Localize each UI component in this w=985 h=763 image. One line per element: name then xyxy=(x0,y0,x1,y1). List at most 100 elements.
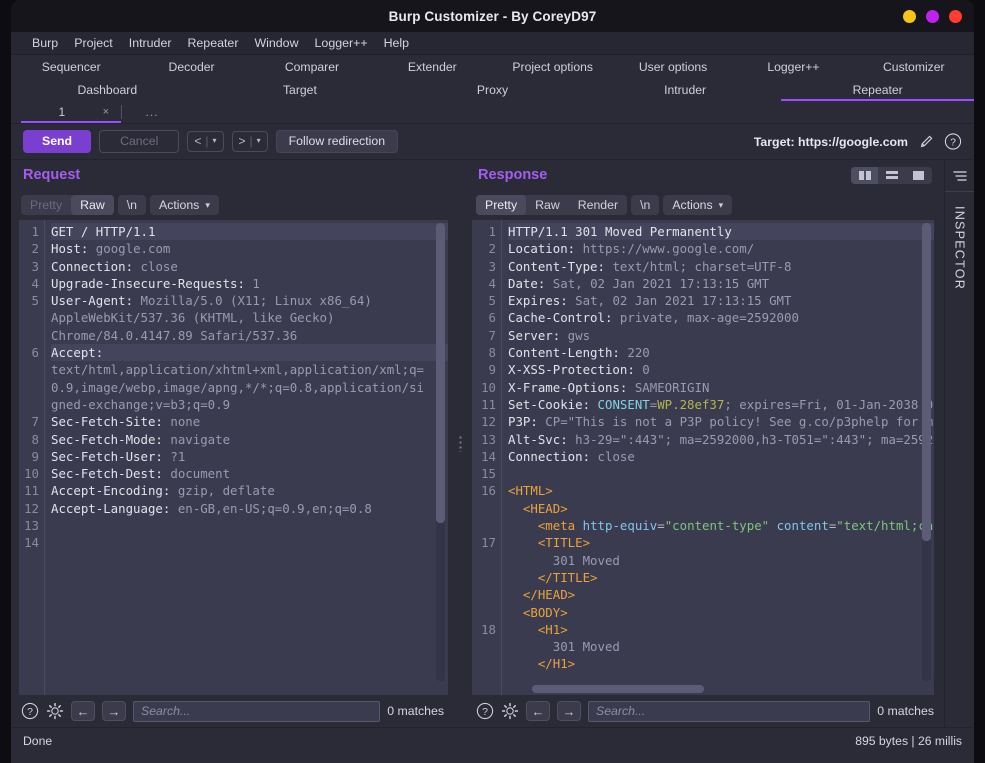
menu-item-burp[interactable]: Burp xyxy=(24,34,66,52)
request-match-count: 0 matches xyxy=(387,704,444,718)
menu-item-repeater[interactable]: Repeater xyxy=(179,34,246,52)
back-arrow-icon: < xyxy=(194,133,202,148)
target-label: Target: https://google.com xyxy=(753,134,908,149)
menu-bar: Burp Project Intruder Repeater Window Lo… xyxy=(11,32,974,55)
tab-repeater[interactable]: Repeater xyxy=(781,78,974,101)
split-vertical-icon[interactable] xyxy=(851,166,878,184)
back-button[interactable]: < | ▾ xyxy=(187,130,224,153)
tab-comparer[interactable]: Comparer xyxy=(252,55,372,78)
request-find-bar: ? ← → 0 matches xyxy=(11,695,454,727)
response-match-count: 0 matches xyxy=(877,704,934,718)
pencil-icon[interactable] xyxy=(917,133,935,151)
find-next-button[interactable]: → xyxy=(102,701,126,721)
gear-icon[interactable] xyxy=(46,702,64,720)
repeater-tab-bar: 1 × ... xyxy=(11,101,974,124)
follow-redirection-button[interactable]: Follow redirection xyxy=(275,129,399,154)
repeater-tab-label: 1 xyxy=(58,105,66,119)
response-tab-raw[interactable]: Raw xyxy=(526,195,569,215)
forward-arrow-icon: > xyxy=(238,133,246,148)
toolbar-right-group: Target: https://google.com ? xyxy=(754,133,962,151)
request-view-toggle: Pretty Raw xyxy=(21,195,114,215)
tab-dashboard[interactable]: Dashboard xyxy=(11,78,204,101)
help-icon[interactable]: ? xyxy=(21,702,39,720)
tab-loggerpp[interactable]: Logger++ xyxy=(733,55,853,78)
cancel-button[interactable]: Cancel xyxy=(99,129,180,154)
response-actions-menu[interactable]: Actions ▾ xyxy=(663,195,733,215)
request-tab-raw[interactable]: Raw xyxy=(71,195,114,215)
request-newline-toggle[interactable]: \n xyxy=(117,195,146,215)
close-icon[interactable]: × xyxy=(103,106,121,118)
tab-project-options[interactable]: Project options xyxy=(493,55,613,78)
menu-item-help[interactable]: Help xyxy=(376,34,417,52)
tab-intruder[interactable]: Intruder xyxy=(589,78,782,101)
window-left-edge xyxy=(0,0,11,763)
repeater-tab-more[interactable]: ... xyxy=(122,101,182,123)
inspector-collapse-button[interactable] xyxy=(945,160,974,192)
request-actions-label: Actions xyxy=(159,198,200,212)
help-icon[interactable]: ? xyxy=(944,133,962,151)
tab-proxy[interactable]: Proxy xyxy=(396,78,589,101)
request-editor[interactable]: 12345 6 7 8 9 10 11 12 13 14 GET / HTTP/1.1 Host… xyxy=(19,220,448,695)
response-newline-toggle[interactable]: \n xyxy=(631,195,660,215)
forward-button[interactable]: > | ▾ xyxy=(231,130,268,153)
chevron-down-icon[interactable]: ▾ xyxy=(257,136,261,146)
response-find-bar: ? ← → 0 matches xyxy=(466,695,944,727)
repeater-tab-1[interactable]: 1 × xyxy=(11,101,121,123)
maximize-button[interactable] xyxy=(926,9,939,23)
find-previous-button[interactable]: ← xyxy=(71,701,95,721)
request-response-panes: Request Pretty Raw \n Actions ▾ 12345 6 … xyxy=(11,160,974,727)
request-title: Request xyxy=(23,167,81,183)
send-button[interactable]: Send xyxy=(23,129,92,154)
tab-decoder[interactable]: Decoder xyxy=(131,55,251,78)
request-tab-pretty[interactable]: Pretty xyxy=(21,195,71,215)
menu-item-project[interactable]: Project xyxy=(66,34,121,52)
response-tab-render[interactable]: Render xyxy=(569,195,627,215)
request-vertical-scrollbar[interactable] xyxy=(436,223,445,681)
single-pane-icon[interactable] xyxy=(905,167,932,184)
menu-item-window[interactable]: Window xyxy=(246,34,306,52)
window-controls xyxy=(903,0,962,32)
button-divider: | xyxy=(249,133,253,148)
repeater-toolbar: Send Cancel < | ▾ > | ▾ Follow redirecti… xyxy=(11,124,974,160)
response-horizontal-scrollbar[interactable] xyxy=(504,685,918,693)
status-bar: Done 895 bytes | 26 millis xyxy=(11,727,974,753)
inspector-rail[interactable]: INSPECTOR xyxy=(944,160,974,727)
request-actions-menu[interactable]: Actions ▾ xyxy=(150,195,219,215)
collapse-icon xyxy=(952,170,967,181)
response-pane-header: Response xyxy=(466,160,944,190)
find-next-button[interactable]: → xyxy=(557,701,581,721)
response-view-toggle: Pretty Raw Render xyxy=(476,195,628,215)
tab-customizer[interactable]: Customizer xyxy=(854,55,974,78)
split-horizontal-icon[interactable] xyxy=(878,167,905,184)
chevron-down-icon[interactable]: ▾ xyxy=(213,136,217,146)
close-button[interactable] xyxy=(949,9,962,23)
response-code[interactable]: HTTP/1.1 301 Moved Permanently Location: … xyxy=(502,220,934,695)
response-mode-bar: Pretty Raw Render \n Actions ▾ xyxy=(466,190,944,220)
request-search-input[interactable] xyxy=(133,700,381,722)
find-previous-button[interactable]: ← xyxy=(526,701,550,721)
minimize-button[interactable] xyxy=(903,9,916,23)
status-metrics: 895 bytes | 26 millis xyxy=(855,733,962,748)
response-line-numbers: 1 2 3 4 5 6 7 8 9 10 11 12 13 14 15 16 17 18 xyxy=(472,220,502,695)
response-search-input[interactable] xyxy=(588,700,871,722)
tab-sequencer[interactable]: Sequencer xyxy=(11,55,131,78)
layout-toggle-group xyxy=(851,166,932,184)
response-vertical-scrollbar[interactable] xyxy=(922,223,931,681)
tab-row-secondary: Sequencer Decoder Comparer Extender Proj… xyxy=(11,55,974,78)
menu-item-intruder[interactable]: Intruder xyxy=(121,34,180,52)
pane-splitter[interactable] xyxy=(454,160,466,727)
tab-extender[interactable]: Extender xyxy=(372,55,492,78)
help-icon[interactable]: ? xyxy=(476,702,494,720)
response-pane: Response Pretty Raw Render \n Actions ▾ … xyxy=(466,160,944,727)
response-editor[interactable]: 1 2 3 4 5 6 7 8 9 10 11 12 13 14 15 16 17 18 HTTP/1.1 3… xyxy=(472,220,934,695)
tab-row-primary: Dashboard Target Proxy Intruder Repeater xyxy=(11,78,974,101)
chevron-down-icon: ▾ xyxy=(205,199,210,210)
tab-user-options[interactable]: User options xyxy=(613,55,733,78)
menu-item-loggerpp[interactable]: Logger++ xyxy=(307,34,376,52)
gear-icon[interactable] xyxy=(501,702,519,720)
button-divider: | xyxy=(205,133,209,148)
request-code[interactable]: GET / HTTP/1.1 Host: google.com Connection… xyxy=(45,220,448,695)
tab-target[interactable]: Target xyxy=(204,78,397,101)
response-tab-pretty[interactable]: Pretty xyxy=(476,195,527,215)
burp-window: Burp Customizer - By CoreyD97 Burp Proje… xyxy=(0,0,985,763)
